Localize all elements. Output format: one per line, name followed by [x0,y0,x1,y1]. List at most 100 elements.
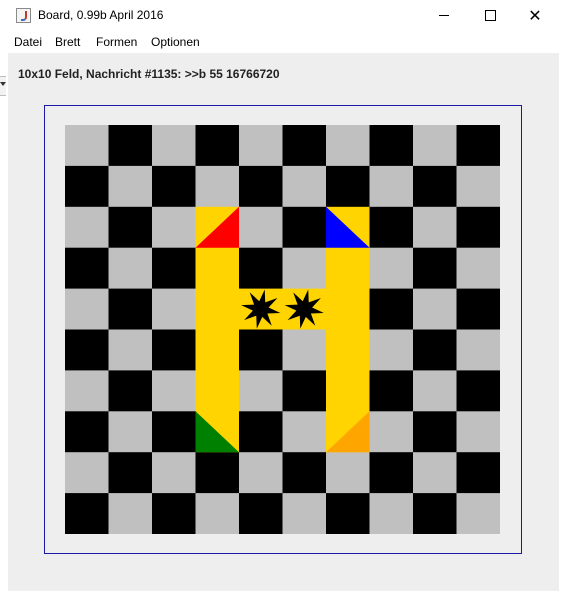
board-square[interactable] [282,411,327,453]
board-square[interactable] [108,370,153,412]
board-square[interactable] [152,411,196,453]
board-square[interactable] [65,206,109,249]
menu-datei[interactable]: Datei [14,35,42,49]
board-square[interactable] [108,206,153,249]
board-square[interactable] [282,165,327,208]
board-square[interactable] [456,288,501,330]
board-square[interactable] [195,125,240,167]
board-square[interactable] [369,165,414,208]
board-square[interactable] [282,206,327,249]
board-square[interactable] [369,125,414,167]
board-square[interactable] [65,370,109,412]
board-square[interactable] [413,288,457,330]
board-square[interactable] [326,452,370,494]
board-square[interactable] [195,452,240,494]
menu-brett[interactable]: Brett [55,35,80,49]
board-square[interactable] [282,493,327,534]
highlighted-square[interactable] [326,288,370,330]
board-square[interactable] [152,247,196,290]
board-square[interactable] [413,206,457,249]
board-square[interactable] [108,329,153,371]
menu-optionen[interactable]: Optionen [151,35,200,49]
board-square[interactable] [152,452,196,494]
board-square[interactable] [369,370,414,412]
highlighted-square[interactable] [326,329,370,371]
board-square[interactable] [413,329,457,371]
board-square[interactable] [195,165,240,208]
board-square[interactable] [152,165,196,208]
board-square[interactable] [456,165,501,208]
board-square[interactable] [369,411,414,453]
board-square[interactable] [239,329,283,371]
board-square[interactable] [152,329,196,371]
title-bar[interactable]: Board, 0.99b April 2016 ✕ [0,0,567,31]
board-square[interactable] [239,165,283,208]
board-square[interactable] [413,452,457,494]
board-square[interactable] [65,165,109,208]
board-square[interactable] [456,206,501,249]
board-square[interactable] [413,125,457,167]
board-square[interactable] [152,125,196,167]
board-square[interactable] [239,493,283,534]
board-square[interactable] [108,125,153,167]
board-square[interactable] [108,288,153,330]
highlighted-square[interactable] [195,247,240,290]
highlighted-square[interactable] [195,329,240,371]
board-square[interactable] [369,493,414,534]
board-square[interactable] [65,247,109,290]
board-square[interactable] [413,493,457,534]
board-square[interactable] [413,247,457,290]
board-square[interactable] [282,125,327,167]
game-board[interactable] [65,125,500,534]
board-square[interactable] [456,493,501,534]
menu-formen[interactable]: Formen [96,35,137,49]
board-square[interactable] [195,493,240,534]
board-square[interactable] [152,206,196,249]
board-square[interactable] [369,288,414,330]
board-square[interactable] [369,329,414,371]
minimize-button[interactable] [421,0,467,31]
board-square[interactable] [108,165,153,208]
board-square[interactable] [239,247,283,290]
board-square[interactable] [65,329,109,371]
close-button[interactable]: ✕ [512,0,558,31]
board-square[interactable] [413,411,457,453]
board-square[interactable] [65,125,109,167]
board-square[interactable] [413,165,457,208]
board-square[interactable] [282,452,327,494]
board-square[interactable] [239,206,283,249]
board-square[interactable] [65,288,109,330]
toolbar-stub[interactable] [0,76,6,96]
board-square[interactable] [282,247,327,290]
board-square[interactable] [282,370,327,412]
board-square[interactable] [456,452,501,494]
board-square[interactable] [456,247,501,290]
board-square[interactable] [65,411,109,453]
board-square[interactable] [239,452,283,494]
board-square[interactable] [108,411,153,453]
board-square[interactable] [456,370,501,412]
board-square[interactable] [456,329,501,371]
board-square[interactable] [369,206,414,249]
board-square[interactable] [65,452,109,494]
board-square[interactable] [456,125,501,167]
highlighted-square[interactable] [195,288,240,330]
board-square[interactable] [152,288,196,330]
board-square[interactable] [369,247,414,290]
board-square[interactable] [239,125,283,167]
board-square[interactable] [65,493,109,534]
highlighted-square[interactable] [326,247,370,290]
board-square[interactable] [282,329,327,371]
maximize-button[interactable] [467,0,513,31]
board-square[interactable] [326,493,370,534]
board-square[interactable] [326,125,370,167]
board-square[interactable] [152,370,196,412]
board-square[interactable] [108,247,153,290]
board-square[interactable] [152,493,196,534]
board-square[interactable] [239,370,283,412]
board-square[interactable] [369,452,414,494]
board-square[interactable] [108,493,153,534]
highlighted-square[interactable] [195,370,240,412]
highlighted-square[interactable] [326,370,370,412]
board-square[interactable] [239,411,283,453]
